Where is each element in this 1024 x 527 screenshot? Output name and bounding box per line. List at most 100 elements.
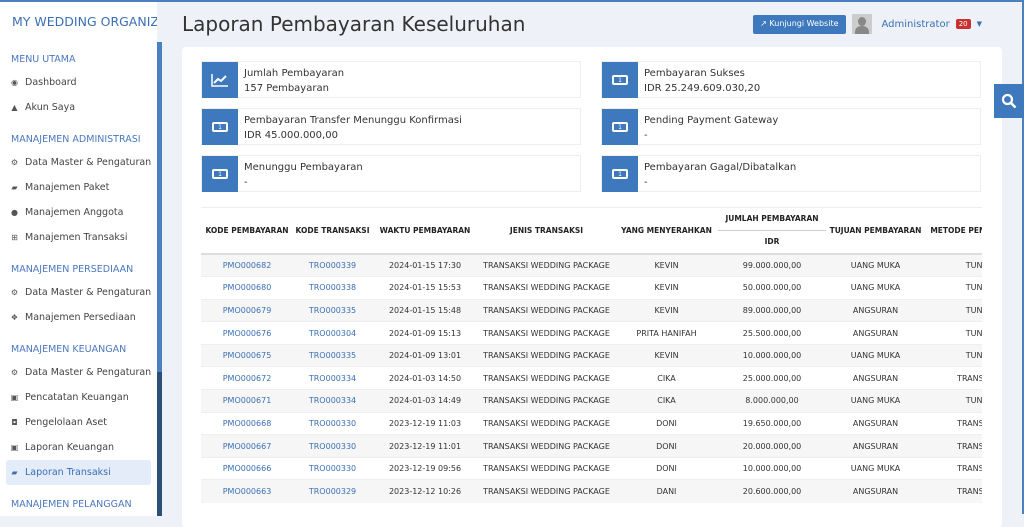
- table-cell-link[interactable]: PMO000672: [201, 366, 293, 390]
- sidebar-item[interactable]: ▣ Pencatatan Keuangan: [0, 385, 157, 410]
- table-cell-link[interactable]: TRO000335: [293, 343, 372, 367]
- table-cell-link[interactable]: TRO000330: [293, 411, 372, 435]
- table-cell: KEVIN: [615, 343, 718, 367]
- column-header[interactable]: TUJUAN PEMBAYARAN: [826, 208, 925, 254]
- table-cell-link[interactable]: TRO000338: [293, 276, 372, 300]
- table-cell-link[interactable]: TRO000304: [293, 321, 372, 345]
- table-cell-link[interactable]: TRO000330: [293, 456, 372, 480]
- user-menu[interactable]: Administrator: [882, 19, 950, 30]
- sidebar-item[interactable]: ⚙ Data Master & Pengaturan: [0, 280, 157, 305]
- table-cell: TUNAI: [925, 253, 982, 277]
- table-cell-link[interactable]: TRO000330: [293, 434, 372, 458]
- visit-website-button[interactable]: ↗ Kunjungi Website: [753, 14, 846, 34]
- notification-badge[interactable]: 20: [955, 19, 971, 29]
- sidebar-item-label: Data Master & Pengaturan: [25, 157, 152, 168]
- stat-box: 1 Menunggu Pembayaran -: [201, 155, 581, 192]
- table-cell: TUNAI: [925, 343, 982, 367]
- table-cell: TRANSFER: [925, 366, 982, 390]
- table-cell-link[interactable]: TRO000334: [293, 389, 372, 413]
- table-cell: KEVIN: [615, 298, 718, 322]
- search-button[interactable]: [994, 84, 1024, 118]
- table-cell: ANGSURAN: [826, 321, 925, 345]
- money-icon: 1: [202, 156, 238, 192]
- stat-value: -: [244, 177, 248, 188]
- table-cell: CIKA: [615, 366, 718, 390]
- table-cell-link[interactable]: PMO000680: [201, 276, 293, 300]
- stat-box: Jumlah Pembayaran 157 Pembayaran: [201, 61, 581, 98]
- table-cell-link[interactable]: TRO000334: [293, 366, 372, 390]
- table-cell: TUNAI: [925, 389, 982, 413]
- sidebar-item[interactable]: ▣ Laporan Keuangan: [0, 435, 157, 460]
- table-cell: 2024-01-15 15:48: [372, 298, 478, 322]
- sidebar-item-label: Dashboard: [25, 77, 77, 88]
- sidebar-section-heading: MANAJEMEN PERSEDIAAN: [11, 264, 134, 275]
- stat-label: Pending Payment Gateway: [644, 115, 779, 126]
- report-card: Jumlah Pembayaran 157 Pembayaran 1 Pembayar…: [182, 47, 1002, 527]
- page-title: Laporan Pembayaran Keseluruhan: [182, 12, 526, 36]
- sidebar-item[interactable]: ⚙ Data Master & Pengaturan: [0, 150, 157, 175]
- stat-value: -: [644, 177, 648, 188]
- stat-label: Pembayaran Transfer Menunggu Konfirmasi: [244, 115, 462, 126]
- sidebar-item[interactable]: ▲ Akun Saya: [0, 95, 157, 120]
- stat-label: Pembayaran Gagal/Dibatalkan: [644, 162, 797, 173]
- table-cell-link[interactable]: PMO000666: [201, 456, 293, 480]
- sidebar-scrollbar[interactable]: [157, 42, 162, 516]
- table-cell: TRANSFER: [925, 479, 982, 503]
- column-header[interactable]: KODE PEMBAYARAN: [201, 208, 293, 254]
- stat-value: 157 Pembayaran: [244, 83, 329, 94]
- table-cell-link[interactable]: PMO000675: [201, 343, 293, 367]
- sidebar-item[interactable]: ◘ Pengelolaan Aset: [0, 410, 157, 435]
- column-header[interactable]: METODE PEMBAYARAN: [925, 208, 982, 254]
- table-cell-link[interactable]: PMO000667: [201, 434, 293, 458]
- column-header[interactable]: JUMLAH PEMBAYARAN: [718, 208, 826, 230]
- stat-label: Pembayaran Sukses: [644, 68, 745, 79]
- sidebar-section-heading: MANAJEMEN PELANGGAN: [11, 499, 132, 510]
- sidebar-item-label: Laporan Keuangan: [25, 442, 115, 453]
- column-header[interactable]: JENIS TRANSAKSI: [478, 208, 615, 254]
- table-cell-link[interactable]: PMO000682: [201, 253, 293, 277]
- table-cell-link[interactable]: PMO000676: [201, 321, 293, 345]
- sidebar: MY WEDDING ORGANIZER MENU UTAMA ◉ Dashboar…: [0, 2, 157, 516]
- sidebar-item-label: Manajemen Persediaan: [25, 312, 136, 323]
- scrollbar-thumb[interactable]: [157, 42, 162, 372]
- table-cell: 8.000.000,00: [718, 389, 826, 413]
- table-cell-link[interactable]: PMO000668: [201, 411, 293, 435]
- chart-line-icon: [202, 62, 238, 98]
- table-cell: TRANSAKSI WEDDING PACKAGE: [478, 366, 615, 390]
- table-cell-link[interactable]: TRO000339: [293, 253, 372, 277]
- table-cell: TRANSAKSI WEDDING PACKAGE: [478, 298, 615, 322]
- avatar[interactable]: [851, 14, 872, 34]
- table-cell: TRANSAKSI WEDDING PACKAGE: [478, 276, 615, 300]
- column-header[interactable]: YANG MENYERAHKAN: [615, 208, 718, 254]
- users-icon: ●: [11, 208, 18, 217]
- cubes-icon: ❖: [10, 313, 19, 322]
- sidebar-item-label: Pencatatan Keuangan: [25, 392, 129, 403]
- table-cell: TRANSFER: [925, 434, 982, 458]
- table-cell-link[interactable]: PMO000679: [201, 298, 293, 322]
- sidebar-item[interactable]: ● Manajemen Anggota: [0, 200, 157, 225]
- table-cell-link[interactable]: PMO000663: [201, 479, 293, 503]
- brand[interactable]: MY WEDDING ORGANIZER: [0, 2, 157, 40]
- table-cell: TRANSAKSI WEDDING PACKAGE: [478, 456, 615, 480]
- sidebar-item[interactable]: ◉ Dashboard: [0, 70, 157, 95]
- book-icon: ▰: [11, 183, 18, 192]
- table-cell: 2024-01-03 14:49: [372, 389, 478, 413]
- table-cell-link[interactable]: PMO000671: [201, 389, 293, 413]
- stat-value: IDR 25.249.609.030,20: [644, 83, 761, 94]
- table-cell-link[interactable]: TRO000335: [293, 298, 372, 322]
- stat-value: IDR 45.000.000,00: [244, 130, 338, 141]
- money-icon: 1: [202, 109, 238, 145]
- chevron-down-icon[interactable]: ▼: [977, 20, 982, 28]
- sidebar-item-label: Akun Saya: [25, 102, 76, 113]
- table-cell-link[interactable]: TRO000329: [293, 479, 372, 503]
- table-cell: TUNAI: [925, 298, 982, 322]
- sidebar-item[interactable]: ❖ Manajemen Persediaan: [0, 305, 157, 330]
- sidebar-item[interactable]: ▰ Laporan Transaksi: [6, 460, 151, 485]
- table-cell: DONI: [615, 456, 718, 480]
- column-header[interactable]: WAKTU PEMBAYARAN: [372, 208, 478, 254]
- sidebar-item[interactable]: ⊞ Manajemen Transaksi: [0, 225, 157, 250]
- cogs-icon: ⚙: [10, 158, 19, 167]
- sidebar-item[interactable]: ▰ Manajemen Paket: [0, 175, 157, 200]
- sidebar-item[interactable]: ⚙ Data Master & Pengaturan: [0, 360, 157, 385]
- column-header[interactable]: KODE TRANSAKSI: [293, 208, 372, 254]
